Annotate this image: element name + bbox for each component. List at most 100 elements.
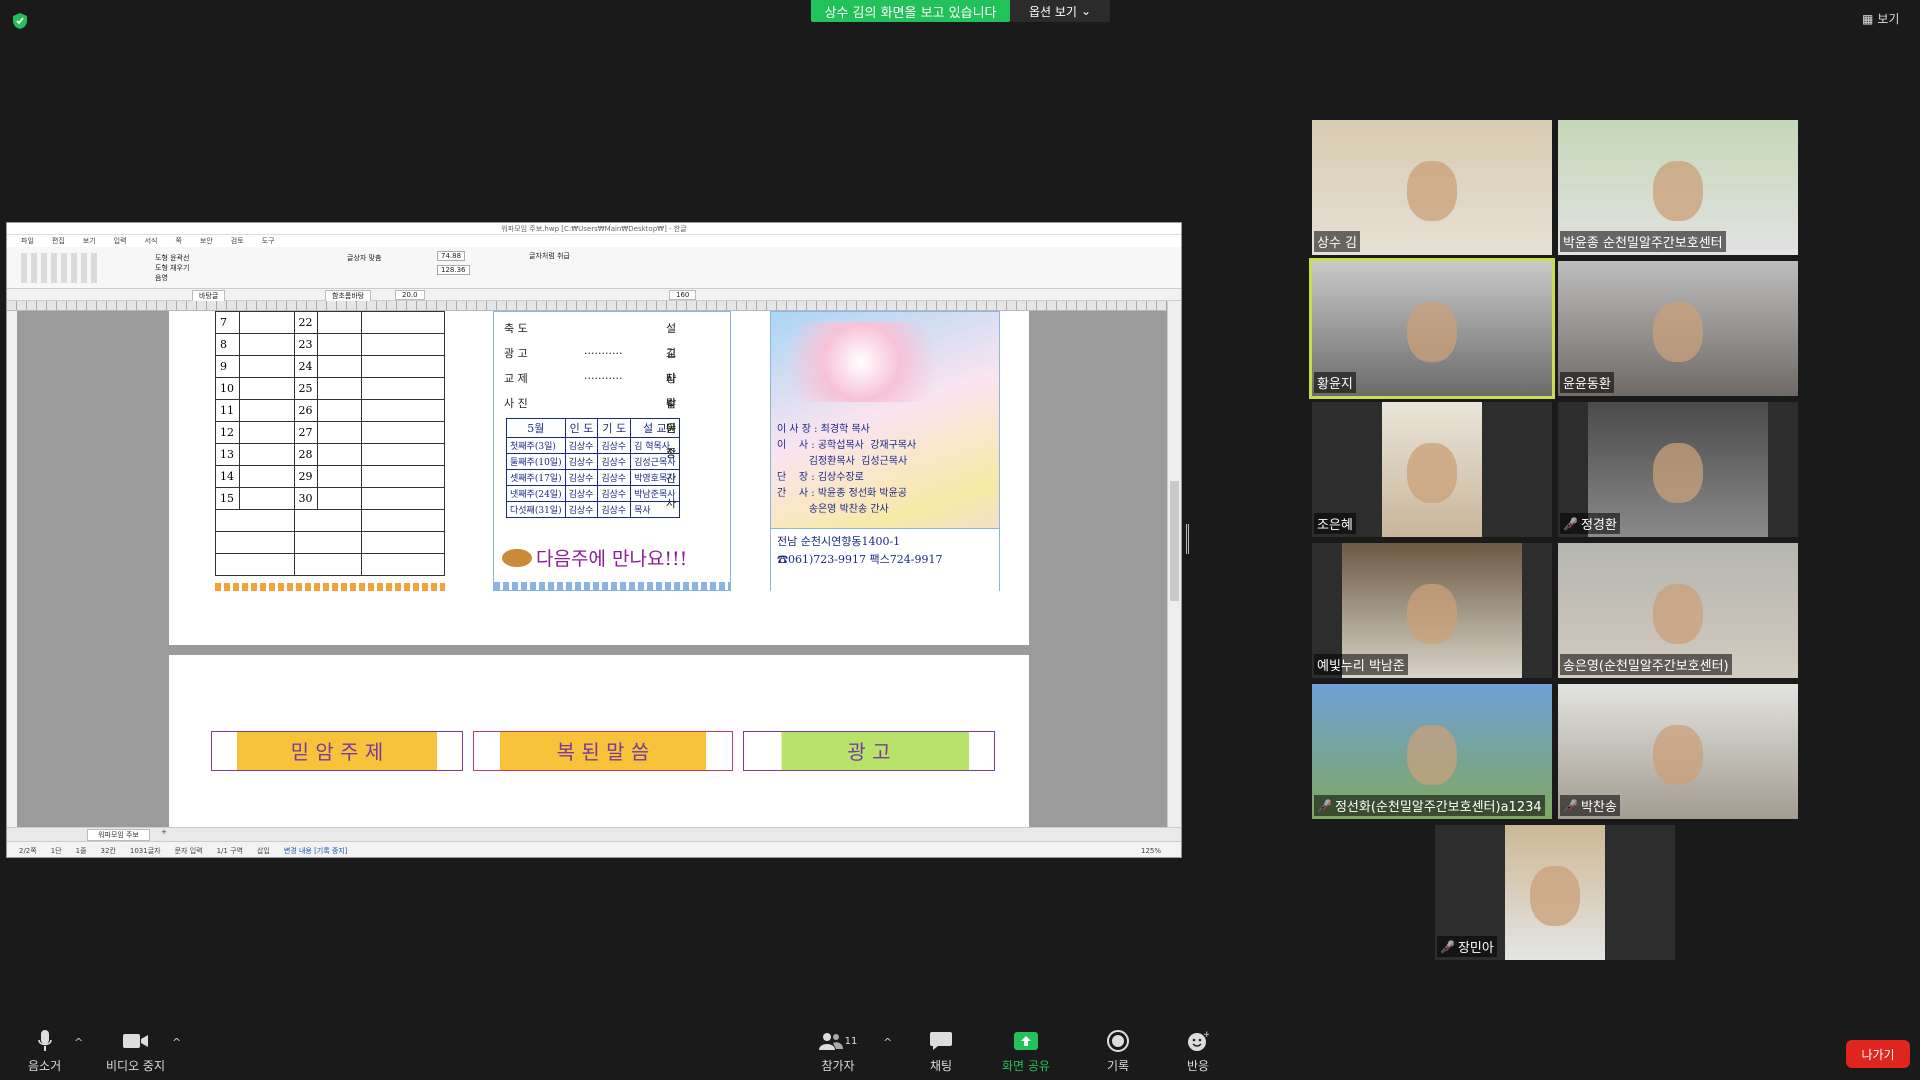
menu-file[interactable]: 파일 [21, 236, 34, 246]
calendar-cell [215, 553, 295, 576]
calendar-day: 9 [215, 355, 240, 378]
chat-icon [928, 1030, 954, 1052]
participant-tile[interactable]: 황윤지 [1309, 258, 1555, 399]
calendar-cell [238, 443, 295, 466]
menu-view[interactable]: 보기 [83, 236, 96, 246]
ruler[interactable] [7, 301, 1181, 311]
calendar-day: 26 [293, 399, 319, 422]
participant-tile[interactable]: 조은혜 [1312, 402, 1552, 537]
muted-mic-icon: 🎤̸ [1563, 516, 1578, 531]
participant-name: 예빛누리 박남준 [1317, 659, 1405, 674]
shared-hwp-window[interactable]: 워파모임 주보.hwp [C:₩Users₩Main₩Desktop₩] - 한… [6, 222, 1182, 858]
calendar-day: 30 [293, 487, 319, 510]
audio-options-caret[interactable]: ^ [74, 1036, 83, 1049]
participant-tile[interactable]: 박윤종 순천밀알주간보호센터 [1558, 120, 1798, 255]
security-shield-icon[interactable] [12, 12, 28, 30]
calendar-row: 13 28 [215, 443, 445, 466]
view-button[interactable]: ▦ 보기 [1862, 10, 1899, 27]
status-insert: 삽입 [256, 846, 270, 855]
stop-video-button[interactable]: 비디오 중지 [106, 1030, 165, 1074]
shape-outline-label[interactable]: 도형 윤곽선 [155, 253, 189, 263]
schedule-cell: 김상수 [564, 453, 599, 470]
grid-icon: ▦ [1862, 11, 1874, 26]
document-tab[interactable]: 워파모임 주보 [87, 829, 150, 841]
menu-page[interactable]: 쪽 [175, 236, 181, 246]
calendar-row [215, 531, 445, 554]
calendar-cell [317, 399, 363, 422]
calendar-day: 7 [215, 311, 240, 334]
calendar-cell [293, 509, 363, 532]
calendar-day: 14 [215, 465, 240, 488]
calendar-cell [317, 421, 363, 444]
participant-name: 조은혜 [1317, 518, 1353, 533]
chat-button[interactable]: 채팅 [928, 1030, 954, 1074]
menu-security[interactable]: 보안 [200, 236, 213, 246]
calendar-row: 14 29 [215, 465, 445, 488]
participants-button[interactable]: 11 참가자 [816, 1030, 860, 1074]
calendar-row: 9 24 [215, 355, 445, 378]
calendar-cell [361, 465, 445, 488]
see-you-next-week: 다음주에 만나요!!! [502, 544, 687, 571]
role-label: 사 진 [504, 397, 528, 410]
schedule-cell: 김상수 [597, 453, 632, 470]
calendar-cell [361, 333, 445, 356]
reactions-button[interactable]: + 반응 [1185, 1030, 1211, 1074]
menu-tools[interactable]: 도구 [262, 236, 275, 246]
document-area[interactable]: 7 22 8 23 9 24 10 25 11 26 12 27 13 28 14 29 15 30 축 도 설교자… [17, 311, 1169, 827]
participant-name-tag: 황윤지 [1314, 372, 1356, 393]
splitter-handle[interactable] [1186, 524, 1189, 554]
participant-tile[interactable]: 상수 김 [1312, 120, 1552, 255]
zoom-field[interactable]: 160 [669, 290, 697, 300]
calendar-cell [293, 553, 363, 576]
calendar-day: 25 [293, 377, 319, 400]
font-size-field[interactable]: 20.0 [395, 290, 425, 300]
calendar-cell [317, 311, 363, 334]
align-label[interactable]: 글상자 맞춤 [347, 253, 381, 263]
status-track-changes[interactable]: 변경 내용 [기록 중지] [284, 846, 348, 856]
calendar-day: 24 [293, 355, 319, 378]
width-field[interactable]: 74.88 [437, 251, 466, 261]
participant-tile[interactable]: 🎤̸ 정선화(순천밀알주간보호센터)a1234 [1312, 684, 1552, 819]
participant-name-tag: 조은혜 [1314, 513, 1356, 534]
shape-tools-icons[interactable] [21, 253, 101, 283]
schedule-cell: 김상수 [597, 469, 632, 486]
vertical-scrollbar[interactable] [1167, 301, 1181, 827]
calendar-cell [317, 487, 363, 510]
participant-tile[interactable]: 🎤̸ 박찬송 [1558, 684, 1798, 819]
menu-insert[interactable]: 입력 [114, 236, 127, 246]
calendar-day: 27 [293, 421, 319, 444]
wrap-label[interactable]: 글자처럼 취급 [529, 251, 570, 261]
height-field[interactable]: 128.36 [437, 265, 470, 275]
calendar-cell [361, 553, 445, 576]
shape-fill-label[interactable]: 도형 채우기 [155, 263, 189, 273]
participant-tile[interactable]: 예빛누리 박남준 [1312, 543, 1552, 678]
calendar-cell [317, 443, 363, 466]
leave-button[interactable]: 나가기 [1846, 1040, 1910, 1068]
view-options-button[interactable]: 옵션 보기 ⌄ [1010, 0, 1110, 22]
bread-icon [502, 548, 532, 567]
participant-tile[interactable]: 🎤̸ 정경환 [1558, 402, 1798, 537]
mute-button[interactable]: 음소거 [28, 1030, 61, 1074]
calendar-cell [317, 377, 363, 400]
calendar-cell [238, 355, 295, 378]
add-tab-icon[interactable]: + [161, 828, 167, 836]
calendar-day: 8 [215, 333, 240, 356]
svg-text:+: + [1203, 1030, 1209, 1040]
participants-options-caret[interactable]: ^ [883, 1036, 892, 1049]
schedule-cell: 김상수 [597, 437, 632, 454]
video-options-caret[interactable]: ^ [172, 1036, 181, 1049]
status-zoom[interactable]: 125% [1141, 847, 1161, 855]
share-screen-button[interactable]: 화면 공유 [1002, 1030, 1050, 1074]
mute-label: 음소거 [28, 1059, 62, 1073]
participant-tile[interactable]: 송은영(순천밀알주간보호센터) [1558, 543, 1798, 678]
org-line: 단 장 : 김상수장로 [777, 472, 864, 483]
record-button[interactable]: 기록 [1105, 1030, 1131, 1074]
participant-name: 박윤종 순천밀알주간보호센터 [1563, 236, 1723, 251]
shadow-label[interactable]: 음영 [155, 273, 168, 283]
participant-tile[interactable]: 윤윤동환 [1558, 261, 1798, 396]
participant-tile[interactable]: 🎤̸ 장민아 [1435, 825, 1675, 960]
menu-review[interactable]: 검토 [231, 236, 244, 246]
calendar-cell [238, 333, 295, 356]
menu-format[interactable]: 서식 [145, 236, 158, 246]
menu-edit[interactable]: 편집 [52, 236, 65, 246]
